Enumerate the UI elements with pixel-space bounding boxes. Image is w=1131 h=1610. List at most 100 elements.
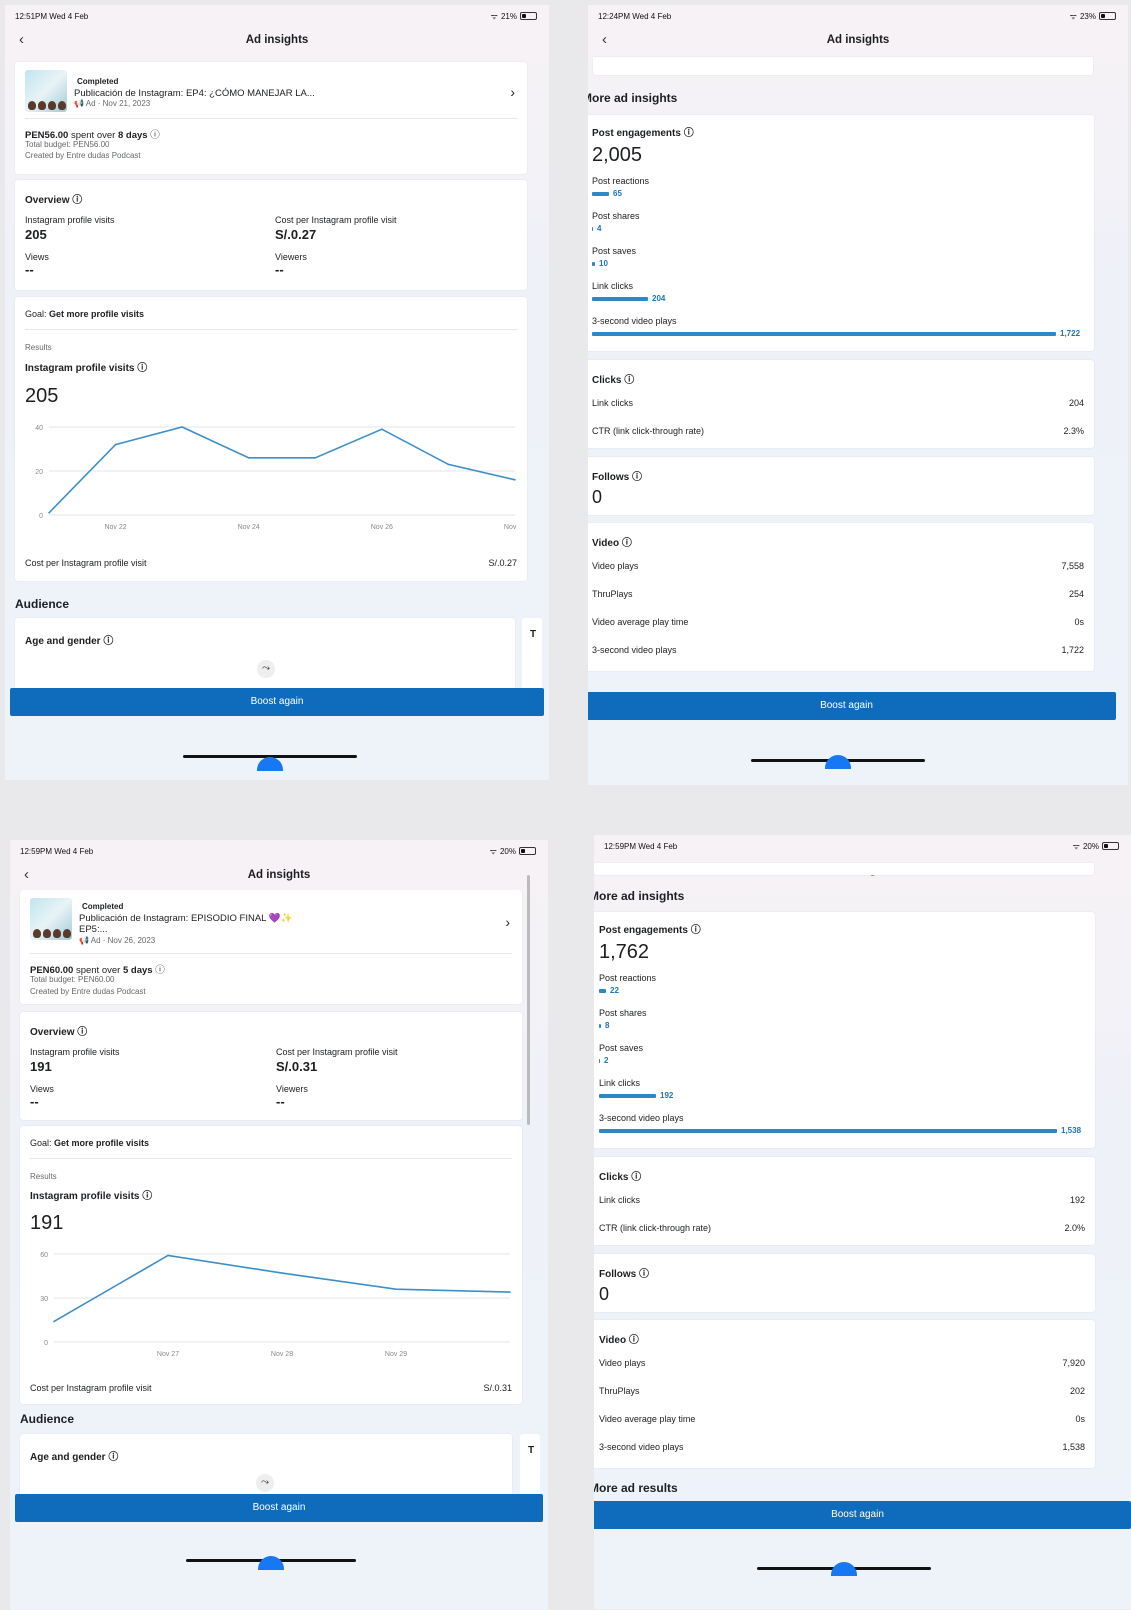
keyboard-tab-icon (831, 1562, 857, 1576)
bar-row-post-saves: Post saves 10 (592, 246, 637, 268)
visits-value: 205 (25, 227, 47, 242)
bar-row-post-reactions: Post reactions 65 (592, 176, 650, 198)
clicks-card: Clicks ⓘ Link clicks 192 CTR (link click-… (594, 1157, 1095, 1245)
ad-summary-card[interactable]: Completed Publicación de Instagram: EPIS… (20, 890, 522, 1004)
screen-more-insights-ep4: 12:24PM Wed 4 Feb ᯤ 23% ‹ Ad insights Mor… (588, 5, 1128, 785)
data-point (48, 512, 50, 514)
info-icon[interactable]: ⓘ (684, 128, 694, 139)
data-point (514, 479, 516, 481)
battery-icon (519, 847, 536, 855)
video-title: Video (592, 538, 620, 549)
status-bar: 12:59PM Wed 4 Feb ᯤ 20% (604, 839, 1119, 853)
info-icon[interactable]: ⓘ (77, 1027, 87, 1038)
row-link-clicks: Link clicks 192 (599, 1195, 1085, 1205)
ad-meta: Ad · Nov 21, 2023 (85, 99, 151, 108)
info-icon[interactable]: ⓘ (622, 538, 632, 549)
info-icon[interactable]: ⓘ (624, 375, 634, 386)
data-point (509, 1291, 511, 1293)
status-time: 12:59PM Wed 4 Feb (20, 846, 94, 856)
info-icon[interactable]: ⓘ (639, 1269, 649, 1280)
cost-value: S/.0.27 (275, 227, 317, 242)
status-bar: 12:51PM Wed 4 Feb ᯤ 21% (15, 9, 537, 23)
battery-icon (520, 12, 537, 20)
series-line (53, 1254, 511, 1323)
boost-again-button[interactable]: Boost again (15, 1494, 543, 1522)
follows-value: 0 (592, 487, 603, 507)
views-value: -- (30, 1094, 39, 1109)
cost-value: S/.0.31 (276, 1059, 318, 1074)
cost-per-visit-label: Cost per Instagram profile visit (25, 558, 147, 568)
data-point (114, 443, 117, 446)
ad-thumbnail (25, 70, 67, 112)
bar (599, 1128, 1057, 1133)
y-tick-label: 40 (35, 425, 43, 432)
video-card: Video ⓘ Video plays 7,920 ThruPlays 202 Vi… (594, 1320, 1095, 1468)
info-icon[interactable]: ⓘ (142, 1191, 152, 1202)
row-3s-plays: 3-second video plays 1,722 (592, 645, 1084, 655)
data-point (447, 463, 450, 466)
y-tick-label: 60 (40, 1252, 48, 1259)
chevron-right-icon: › (510, 84, 515, 100)
boost-again-button[interactable]: Boost again (10, 688, 544, 716)
megaphone-icon: 📢 (79, 936, 89, 945)
info-icon[interactable]: ⓘ (72, 195, 82, 206)
info-icon[interactable]: ⓘ (150, 130, 160, 141)
x-tick-label: Nov 24 (238, 524, 260, 531)
bar-row-link-clicks: Link clicks 204 (592, 281, 666, 303)
follows-title: Follows (592, 472, 630, 483)
more-ad-results-title: More ad results (594, 1481, 678, 1495)
info-icon[interactable]: ⓘ (629, 1335, 639, 1346)
views-value: -- (25, 262, 34, 277)
cost-per-visit-value: S/.0.27 (488, 558, 517, 568)
status-time: 12:24PM Wed 4 Feb (598, 11, 672, 21)
info-icon[interactable]: ⓘ (108, 1452, 118, 1463)
metric-title: Instagram profile visits (30, 1191, 140, 1202)
video-card: Video ⓘ Video plays 7,558 ThruPlays 254 Vi… (588, 523, 1094, 671)
row-video-plays: Video plays 7,558 (592, 561, 1084, 571)
views-label: Views (30, 1084, 54, 1094)
info-icon[interactable]: ⓘ (631, 1172, 641, 1183)
battery-icon (1102, 842, 1119, 850)
battery-icon (1099, 12, 1116, 20)
audience-title: Audience (20, 1412, 75, 1426)
bar-row-post-shares: Post shares 4 (592, 211, 640, 233)
clicks-title: Clicks (599, 1172, 629, 1183)
follows-card: Follows ⓘ 0 (588, 457, 1094, 515)
boost-again-button[interactable]: Boost again (594, 1501, 1131, 1529)
data-point (395, 1288, 397, 1290)
wifi-icon: ᯤ (490, 11, 498, 21)
goal-prefix: Goal: (25, 309, 47, 319)
visits-value: 191 (30, 1059, 52, 1074)
viewers-value: -- (276, 1094, 285, 1109)
video-title: Video (599, 1335, 627, 1346)
screen-more-insights-ep5: 12:59PM Wed 4 Feb ᯤ20% ‹ Ad insights Mor… (594, 835, 1131, 1609)
bar (599, 1093, 656, 1098)
ad-summary-card[interactable]: Completed Publicación de Instagram: EP4:… (15, 62, 527, 174)
clicks-title: Clicks (592, 375, 622, 386)
visits-line-chart: 0 20 40 Nov 22 Nov 24 Nov 26 Nov 28 (35, 425, 517, 531)
x-tick-label: Nov 22 (104, 524, 126, 531)
status-time: 12:51PM Wed 4 Feb (15, 11, 89, 21)
ad-status: Completed (77, 77, 119, 86)
row-thruplays: ThruPlays 254 (592, 589, 1084, 599)
total-budget: Total budget: PEN56.00 (25, 140, 110, 149)
results-label: Results (30, 1172, 57, 1181)
info-icon[interactable]: ⓘ (691, 925, 701, 936)
more-insights-title: More ad insights (594, 889, 685, 903)
bar (592, 191, 609, 196)
follows-value: 0 (599, 1284, 610, 1304)
boost-again-button[interactable]: Boost again (588, 692, 1116, 720)
info-icon[interactable]: ⓘ (632, 472, 642, 483)
goal-card: Goal: Get more profile visits Results In… (15, 297, 527, 581)
info-icon[interactable]: ⓘ (103, 636, 113, 647)
info-icon[interactable]: ⓘ (137, 363, 147, 374)
overview-card: Overview ⓘ Instagram profile visits 205 … (15, 180, 527, 290)
nav-bar: ‹ Ad insights (588, 29, 1128, 51)
ad-name: Publicación de Instagram: EPISODIO FINAL… (79, 913, 293, 924)
bar-row-post-saves: Post saves 2 (599, 1043, 644, 1065)
screen-ad-insights-ep5: 12:59PM Wed 4 Feb ᯤ 20% ‹ Ad insights Com… (10, 840, 548, 1610)
x-tick-label: Nov 28 (504, 524, 517, 531)
row-avg-play-time: Video average play time 0s (592, 617, 1084, 627)
info-icon[interactable]: ⓘ (155, 965, 165, 976)
data-point (167, 1254, 169, 1257)
